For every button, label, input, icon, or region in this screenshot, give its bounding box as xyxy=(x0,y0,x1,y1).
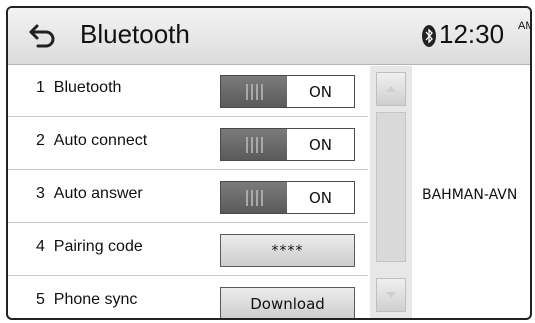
scrollbar[interactable] xyxy=(370,66,412,318)
auto-answer-toggle[interactable]: ON xyxy=(220,181,355,214)
setting-label: 3 Auto answer xyxy=(36,185,143,202)
toggle-on-label: ON xyxy=(287,129,354,160)
scroll-down-icon xyxy=(386,292,396,298)
back-arrow-icon[interactable] xyxy=(28,22,58,48)
toggle-grip xyxy=(221,76,287,107)
setting-label: 4 Pairing code xyxy=(36,238,143,255)
scroll-up-button[interactable] xyxy=(376,72,406,106)
toggle-on-label: ON xyxy=(287,76,354,107)
clock-ampm: AM xyxy=(518,20,530,32)
bluetooth-icon xyxy=(422,25,436,47)
scroll-down-button[interactable] xyxy=(376,278,406,312)
download-button[interactable]: Download xyxy=(220,287,355,318)
setting-row-auto-answer: 3 Auto answer ON xyxy=(8,170,368,223)
setting-label: 2 Auto connect xyxy=(36,132,148,149)
pairing-code-button[interactable]: **** xyxy=(220,234,355,267)
setting-row-pairing-code: 4 Pairing code **** xyxy=(8,223,368,276)
toggle-grip xyxy=(221,129,287,160)
setting-row-bluetooth: 1 Bluetooth ON xyxy=(8,64,368,117)
device-name: BAHMAN-AVN xyxy=(422,187,518,203)
setting-label: 5 Phone sync xyxy=(36,291,138,308)
auto-connect-toggle[interactable]: ON xyxy=(220,128,355,161)
setting-row-auto-connect: 2 Auto connect ON xyxy=(8,117,368,170)
settings-list: 1 Bluetooth ON 2 Auto connect ON 3 Auto … xyxy=(8,64,368,318)
toggle-grip xyxy=(221,182,287,213)
page-title: Bluetooth xyxy=(80,19,190,49)
clock-time: 12:30 xyxy=(439,19,505,49)
scroll-track[interactable] xyxy=(376,112,406,262)
header-bar: Bluetooth 12:30 AM xyxy=(8,8,530,65)
scroll-up-icon xyxy=(386,86,396,92)
bluetooth-settings-screen: Bluetooth 12:30 AM 1 Bluetooth ON 2 Auto… xyxy=(6,6,532,320)
toggle-on-label: ON xyxy=(287,182,354,213)
setting-row-phone-sync: 5 Phone sync Download xyxy=(8,276,368,318)
bluetooth-toggle[interactable]: ON xyxy=(220,75,355,108)
setting-label: 1 Bluetooth xyxy=(36,79,122,96)
